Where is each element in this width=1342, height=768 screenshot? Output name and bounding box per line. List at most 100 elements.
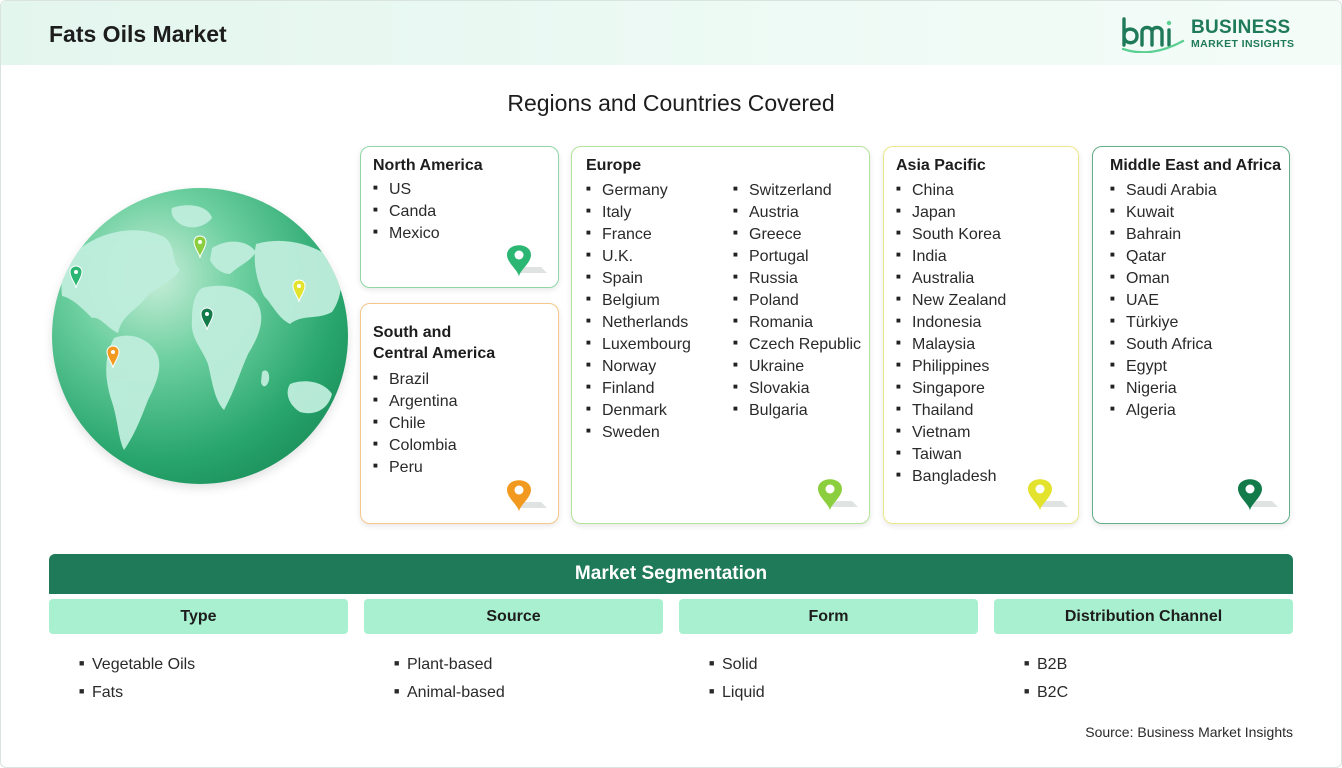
segment-header: Form: [679, 599, 978, 634]
list-item: Spain: [586, 268, 691, 290]
list-item: South Africa: [1110, 334, 1217, 356]
region-title: Middle East and Africa: [1110, 157, 1281, 174]
list-item: U.K.: [586, 246, 691, 268]
list-item: Singapore: [896, 378, 1006, 400]
region-card-north-america: North America US Canda Mexico: [360, 146, 559, 288]
region-title: South and Central America: [373, 322, 495, 364]
segment-list: Solid Liquid: [679, 651, 978, 707]
list-item: Switzerland: [733, 180, 861, 202]
list-item: Algeria: [1110, 400, 1217, 422]
list-item: Türkiye: [1110, 312, 1217, 334]
region-card-south-central-america: South and Central America Brazil Argenti…: [360, 303, 559, 524]
location-pin-icon: [507, 245, 547, 277]
list-item: Luxembourg: [586, 334, 691, 356]
bmi-logo-mark: [1121, 17, 1185, 54]
country-list: Saudi Arabia Kuwait Bahrain Qatar Oman U…: [1110, 180, 1217, 422]
list-item: Mexico: [373, 223, 440, 245]
logo-business-text: BUSINESS: [1191, 17, 1291, 38]
list-item: China: [896, 180, 1006, 202]
list-item: Ukraine: [733, 356, 861, 378]
list-item: Solid: [709, 651, 978, 679]
page-title: Fats Oils Market: [49, 21, 227, 47]
list-item: UAE: [1110, 290, 1217, 312]
list-item: Animal-based: [394, 679, 663, 707]
list-item: Portugal: [733, 246, 861, 268]
segment-header: Type: [49, 599, 348, 634]
list-item: Nigeria: [1110, 378, 1217, 400]
globe-pin-europe: [193, 235, 207, 259]
list-item: B2B: [1024, 651, 1293, 679]
list-item: New Zealand: [896, 290, 1006, 312]
region-title: North America: [373, 157, 483, 174]
country-list: China Japan South Korea India Australia …: [896, 180, 1006, 488]
list-item: Australia: [896, 268, 1006, 290]
list-item: India: [896, 246, 1006, 268]
list-item: Malaysia: [896, 334, 1006, 356]
list-item: South Korea: [896, 224, 1006, 246]
list-item: Netherlands: [586, 312, 691, 334]
region-title: Europe: [586, 157, 642, 174]
list-item: Brazil: [373, 369, 458, 391]
list-item: Taiwan: [896, 444, 1006, 466]
segment-header: Source: [364, 599, 663, 634]
globe-illustration: [52, 188, 348, 484]
country-list-col2: Switzerland Austria Greece Portugal Russ…: [733, 180, 861, 422]
list-item: Sweden: [586, 422, 691, 444]
list-item: Thailand: [896, 400, 1006, 422]
list-item: Poland: [733, 290, 861, 312]
list-item: Austria: [733, 202, 861, 224]
list-item: Bahrain: [1110, 224, 1217, 246]
list-item: Qatar: [1110, 246, 1217, 268]
location-pin-icon: [818, 479, 858, 511]
bmi-logo: BUSINESS MARKET INSIGHTS: [1121, 15, 1297, 54]
segment-column-type: Type Vegetable Oils Fats: [49, 599, 348, 707]
list-item: Colombia: [373, 435, 458, 457]
header-bar: Fats Oils Market BUSINESS MARKET INSIGHT…: [1, 1, 1341, 65]
region-title-line1: South and: [373, 324, 452, 341]
list-item: Indonesia: [896, 312, 1006, 334]
segmentation-title-bar: Market Segmentation: [49, 554, 1293, 594]
list-item: Fats: [79, 679, 348, 707]
list-item: Saudi Arabia: [1110, 180, 1217, 202]
logo-market-insights-text: MARKET INSIGHTS: [1191, 38, 1295, 50]
list-item: Japan: [896, 202, 1006, 224]
location-pin-icon: [1028, 479, 1068, 511]
list-item: Italy: [586, 202, 691, 224]
list-item: Romania: [733, 312, 861, 334]
list-item: Argentina: [373, 391, 458, 413]
region-title: Asia Pacific: [896, 157, 986, 174]
source-note: Source: Business Market Insights: [1085, 724, 1293, 740]
list-item: Finland: [586, 378, 691, 400]
segment-column-form: Form Solid Liquid: [679, 599, 978, 707]
list-item: Belgium: [586, 290, 691, 312]
list-item: Bulgaria: [733, 400, 861, 422]
list-item: Plant-based: [394, 651, 663, 679]
region-card-middle-east-africa: Middle East and Africa Saudi Arabia Kuwa…: [1092, 146, 1290, 524]
list-item: Vietnam: [896, 422, 1006, 444]
list-item: B2C: [1024, 679, 1293, 707]
region-card-asia-pacific: Asia Pacific China Japan South Korea Ind…: [883, 146, 1079, 524]
country-list-col1: Germany Italy France U.K. Spain Belgium …: [586, 180, 691, 444]
list-item: US: [373, 179, 440, 201]
segment-list: Vegetable Oils Fats: [49, 651, 348, 707]
segment-list: B2B B2C: [994, 651, 1293, 707]
list-item: Norway: [586, 356, 691, 378]
list-item: Bangladesh: [896, 466, 1006, 488]
segment-column-source: Source Plant-based Animal-based: [364, 599, 663, 707]
region-card-europe: Europe Germany Italy France U.K. Spain B…: [571, 146, 870, 524]
list-item: Kuwait: [1110, 202, 1217, 224]
regions-title: Regions and Countries Covered: [507, 90, 835, 116]
list-item: Denmark: [586, 400, 691, 422]
list-item: Slovakia: [733, 378, 861, 400]
list-item: Philippines: [896, 356, 1006, 378]
country-list: US Canda Mexico: [373, 179, 440, 245]
list-item: France: [586, 224, 691, 246]
list-item: Russia: [733, 268, 861, 290]
list-item: Chile: [373, 413, 458, 435]
segment-column-distribution-channel: Distribution Channel B2B B2C: [994, 599, 1293, 707]
list-item: Vegetable Oils: [79, 651, 348, 679]
list-item: Germany: [586, 180, 691, 202]
segment-header: Distribution Channel: [994, 599, 1293, 634]
region-title-line2: Central America: [373, 345, 496, 362]
list-item: Canda: [373, 201, 440, 223]
